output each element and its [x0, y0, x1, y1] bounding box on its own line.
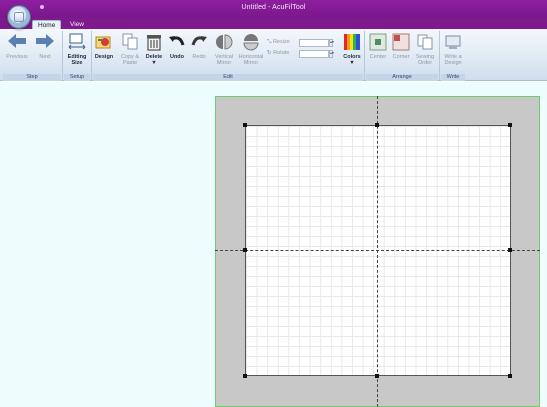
colors-icon	[344, 34, 360, 50]
redo-button[interactable]: Redo	[189, 33, 209, 60]
resize-handle-bottom-right[interactable]	[508, 374, 512, 378]
resize-spinner[interactable]: ▴▾	[329, 39, 334, 47]
horizontal-mirror-button[interactable]: Horizontal Mirror	[237, 33, 265, 66]
center-label: Center	[369, 54, 387, 60]
next-label: Next	[39, 54, 51, 60]
group-separator	[62, 31, 63, 80]
resize-input[interactable]	[299, 39, 329, 47]
next-button[interactable]: Next	[32, 33, 58, 60]
redo-icon	[191, 36, 207, 46]
group-label-setup: Setup	[69, 74, 85, 80]
rotate-icon: ↻	[267, 50, 272, 56]
application-menu-button[interactable]	[7, 5, 31, 29]
colors-button[interactable]: Colors ▼	[341, 33, 363, 66]
resize-handle-top-right[interactable]	[508, 123, 512, 127]
design-label: Design	[94, 54, 114, 60]
sewing-order-label-2: Order	[417, 60, 433, 66]
rotate-control[interactable]: ↻ Rotate	[267, 50, 297, 56]
arrow-left-icon	[8, 34, 26, 48]
resize-handle-right[interactable]	[508, 248, 512, 252]
rotate-spinner[interactable]: ▴▾	[329, 50, 334, 58]
corner-label: Corner	[392, 54, 410, 60]
arrow-right-icon	[36, 34, 54, 48]
vertical-mirror-icon	[216, 34, 233, 50]
editing-size-icon	[68, 33, 86, 50]
resize-handle-top[interactable]	[375, 123, 379, 127]
group-label-arrange: Arrange	[392, 74, 412, 80]
copy-paste-button[interactable]: Copy & Paste	[118, 33, 142, 66]
resize-handle-bottom[interactable]	[375, 374, 379, 378]
trash-icon	[147, 35, 161, 51]
delete-button[interactable]: Delete ▼	[143, 33, 165, 66]
editing-size-label-2: Size	[71, 60, 83, 66]
rotate-input[interactable]	[299, 50, 329, 58]
chevron-down-icon: ▼	[349, 60, 355, 66]
design-button[interactable]: Design	[93, 33, 115, 60]
editing-size-button[interactable]: Editing Size	[64, 33, 90, 66]
corner-button[interactable]: Corner	[390, 33, 412, 60]
copy-icon	[122, 33, 138, 50]
write-design-label-2: Design	[444, 60, 462, 66]
undo-button[interactable]: Undo	[167, 33, 187, 60]
copy-paste-label-2: Paste	[122, 60, 138, 66]
undo-label: Undo	[169, 54, 185, 60]
vertical-mirror-button[interactable]: Vertical Mirror	[211, 33, 237, 66]
write-design-icon	[445, 35, 461, 49]
corner-icon	[392, 33, 410, 51]
previous-button[interactable]: Previous	[4, 33, 30, 60]
window-title: Untitled - AcuFilTool	[241, 4, 306, 11]
resize-handle-bottom-left[interactable]	[243, 374, 247, 378]
group-separator	[364, 31, 365, 80]
sewing-order-icon	[417, 34, 433, 50]
title-bar: Untitled - AcuFilTool	[0, 0, 547, 18]
center-icon	[369, 33, 387, 51]
rotate-label: Rotate	[273, 50, 290, 56]
horizontal-center-line	[215, 250, 540, 251]
write-design-button[interactable]: Write a Design	[441, 33, 465, 66]
resize-handle-left[interactable]	[243, 248, 247, 252]
chevron-down-icon: ▼	[151, 60, 157, 66]
group-label-write: Write	[446, 74, 460, 80]
resize-icon: ⤡	[267, 39, 272, 45]
undo-icon	[169, 36, 185, 46]
horizontal-mirror-label-2: Mirror	[243, 60, 259, 66]
sewing-order-button[interactable]: Sewing Order	[413, 33, 437, 66]
resize-control[interactable]: ⤡ Resize	[267, 39, 297, 45]
resize-label: Resize	[272, 39, 290, 45]
group-separator	[439, 31, 440, 80]
center-button[interactable]: Center	[367, 33, 389, 60]
group-label-step: Step	[26, 74, 38, 80]
horizontal-mirror-icon	[243, 34, 259, 51]
app-logo-icon	[14, 12, 24, 22]
vertical-mirror-label-2: Mirror	[216, 60, 232, 66]
group-separator	[91, 31, 92, 80]
resize-handle-top-left[interactable]	[243, 123, 247, 127]
redo-label: Redo	[192, 54, 206, 60]
previous-label: Previous	[6, 54, 28, 60]
group-label-edit: Edit	[223, 74, 233, 80]
vertical-center-line	[377, 96, 378, 407]
design-icon	[95, 36, 111, 49]
